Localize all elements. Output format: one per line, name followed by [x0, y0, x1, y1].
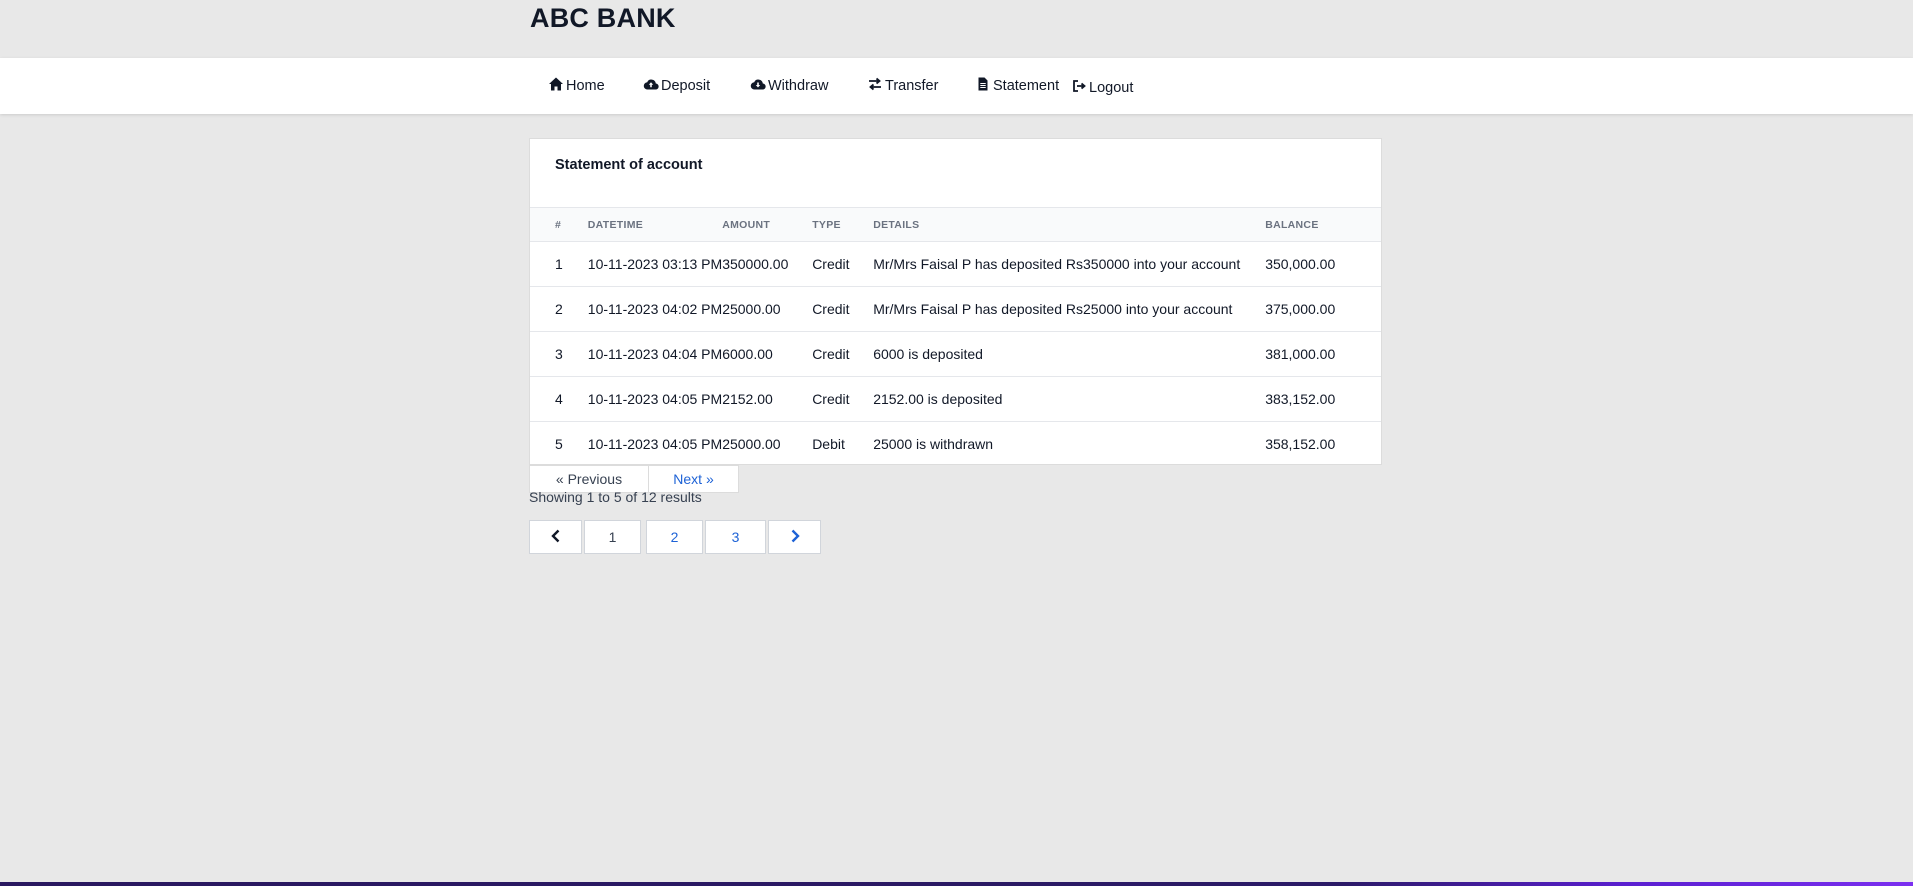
- cell-number: 2: [555, 301, 563, 317]
- cell-number: 4: [555, 391, 563, 407]
- cell-amount: 25000.00: [722, 301, 781, 317]
- cell-balance: 375,000.00: [1265, 301, 1336, 317]
- cell-datetime: 10-11-2023 04:02 PM: [587, 301, 723, 317]
- cloud-download-icon: [750, 76, 768, 96]
- cell-number: 1: [555, 256, 563, 272]
- col-header-details: DETAILS: [873, 218, 920, 231]
- nav-withdraw[interactable]: Withdraw: [750, 58, 828, 114]
- cell-details: 2152.00 is deposited: [873, 391, 1003, 407]
- cell-amount: 2152.00: [722, 391, 773, 407]
- cell-type: Credit: [812, 301, 850, 317]
- bottom-accent-bar: [0, 882, 1913, 886]
- cell-amount: 6000.00: [722, 346, 773, 362]
- cell-balance: 383,152.00: [1265, 391, 1336, 407]
- cell-amount: 25000.00: [722, 436, 781, 453]
- cell-amount: 350000.00: [722, 256, 789, 272]
- results-summary: Showing 1 to 5 of 12 results: [529, 489, 702, 505]
- cell-type: Credit: [812, 391, 850, 407]
- document-icon: [975, 76, 993, 96]
- page-pagination: 1 2 3: [529, 520, 822, 554]
- cell-type: Credit: [812, 256, 850, 272]
- nav-deposit-label: Deposit: [661, 78, 711, 94]
- page-3-button[interactable]: 3: [705, 520, 766, 554]
- cell-balance: 358,152.00: [1265, 436, 1336, 453]
- col-header-number: #: [555, 218, 562, 231]
- cell-datetime: 10-11-2023 04:05 PM: [587, 436, 723, 453]
- page-2-button[interactable]: 2: [646, 520, 703, 554]
- chevron-left-icon: [548, 528, 564, 547]
- cell-balance: 350,000.00: [1265, 256, 1336, 272]
- cell-datetime: 10-11-2023 04:04 PM: [587, 346, 723, 362]
- statement-table: # DATETIME AMOUNT TYPE DETAILS BALANCE 1…: [530, 207, 1381, 467]
- logout-icon: [1071, 78, 1089, 98]
- nav-home[interactable]: Home: [548, 58, 605, 114]
- col-header-balance: BALANCE: [1265, 218, 1319, 231]
- nav-home-label: Home: [566, 78, 605, 94]
- cell-details: Mr/Mrs Faisal P has deposited Rs25000 in…: [873, 301, 1233, 317]
- table-header-row: # DATETIME AMOUNT TYPE DETAILS BALANCE: [530, 207, 1381, 242]
- nav-logout-label: Logout: [1089, 80, 1134, 96]
- cell-type: Debit: [812, 436, 845, 453]
- cell-details: 6000 is deposited: [873, 346, 983, 362]
- cell-balance: 381,000.00: [1265, 346, 1336, 362]
- page: ABC BANK Home Deposit Withdraw Transfer …: [0, 0, 1913, 886]
- navbar: Home Deposit Withdraw Transfer Statement…: [0, 58, 1913, 114]
- cell-details: 25000 is withdrawn: [873, 436, 994, 453]
- nav-transfer[interactable]: Transfer: [867, 58, 938, 114]
- col-header-datetime: DATETIME: [587, 218, 644, 231]
- table-row: 4 10-11-2023 04:05 PM 2152.00 Credit 215…: [530, 377, 1381, 422]
- nav-deposit[interactable]: Deposit: [643, 58, 710, 114]
- statement-card: Statement of account # DATETIME AMOUNT T…: [529, 138, 1382, 465]
- cell-number: 5: [555, 436, 563, 453]
- cell-datetime: 10-11-2023 03:13 PM: [587, 256, 723, 272]
- cell-datetime: 10-11-2023 04:05 PM: [587, 391, 723, 407]
- nav-logout[interactable]: Logout: [1071, 60, 1133, 116]
- home-icon: [548, 76, 566, 96]
- nav-transfer-label: Transfer: [885, 78, 939, 94]
- nav-statement-label: Statement: [993, 78, 1060, 94]
- brand-title: ABC BANK: [530, 3, 676, 33]
- cell-details: Mr/Mrs Faisal P has deposited Rs350000 i…: [873, 256, 1241, 272]
- col-header-type: TYPE: [812, 218, 841, 231]
- chevron-right-icon: [787, 528, 803, 547]
- cell-type: Credit: [812, 346, 850, 362]
- transfer-arrows-icon: [867, 76, 885, 96]
- statement-title: Statement of account: [555, 157, 703, 173]
- table-row: 3 10-11-2023 04:04 PM 6000.00 Credit 600…: [530, 332, 1381, 377]
- cloud-upload-icon: [643, 76, 661, 96]
- cell-number: 3: [555, 346, 563, 362]
- prev-page-button: [529, 520, 582, 554]
- nav-statement[interactable]: Statement: [975, 58, 1059, 114]
- col-header-amount: AMOUNT: [722, 218, 771, 231]
- next-page-button[interactable]: [768, 520, 821, 554]
- nav-withdraw-label: Withdraw: [768, 78, 829, 94]
- page-1-button: 1: [584, 520, 641, 554]
- table-row: 2 10-11-2023 04:02 PM 25000.00 Credit Mr…: [530, 287, 1381, 332]
- table-row: 5 10-11-2023 04:05 PM 25000.00 Debit 250…: [530, 422, 1381, 467]
- table-row: 1 10-11-2023 03:13 PM 350000.00 Credit M…: [530, 242, 1381, 287]
